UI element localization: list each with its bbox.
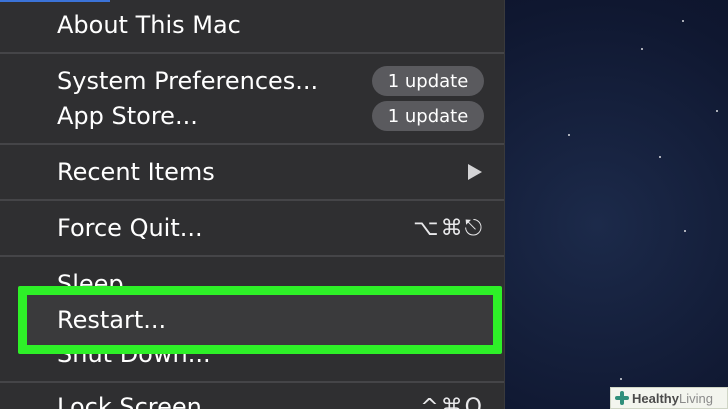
update-badge: 1 update (372, 101, 484, 131)
update-badge: 1 update (372, 66, 484, 96)
watermark-brand-bold: Healthy (632, 390, 679, 406)
star (716, 110, 718, 112)
menu-item-label: Recent Items (57, 158, 215, 186)
star (568, 134, 570, 136)
menu-divider (0, 381, 504, 383)
star (620, 378, 622, 380)
watermark-brand-light: Living (678, 390, 713, 406)
menu-item-label: App Store... (57, 102, 198, 130)
menu-divider (0, 143, 504, 145)
star (641, 48, 643, 50)
menu-item-label: Force Quit... (57, 214, 203, 242)
submenu-arrow-icon (468, 164, 482, 180)
keyboard-shortcut: ⌥⌘⎋ (413, 215, 484, 241)
highlight-box (18, 286, 502, 354)
menu-divider (0, 255, 504, 257)
menu-item-app-store[interactable]: App Store... 1 update (0, 98, 504, 134)
apple-menu: About This Mac System Preferences... 1 u… (0, 0, 505, 409)
menu-item-about-this-mac[interactable]: About This Mac (0, 7, 504, 43)
star (659, 156, 661, 158)
menu-item-label: System Preferences... (57, 67, 319, 95)
star (684, 230, 686, 232)
menu-item-label: About This Mac (57, 11, 241, 39)
menu-item-system-preferences[interactable]: System Preferences... 1 update (0, 63, 504, 99)
menu-divider (0, 52, 504, 54)
watermark: Healthy Living (610, 387, 728, 409)
menu-selection-accent (0, 0, 110, 2)
menu-item-recent-items[interactable]: Recent Items (0, 154, 504, 190)
star (682, 20, 684, 22)
plus-icon (615, 391, 629, 405)
keyboard-shortcut: ^⌘Q (420, 394, 484, 409)
menu-item-force-quit[interactable]: Force Quit... ⌥⌘⎋ (0, 210, 504, 246)
menu-divider (0, 199, 504, 201)
menu-item-label: Lock Screen (57, 393, 202, 409)
menu-item-lock-screen[interactable]: Lock Screen ^⌘Q (0, 389, 504, 409)
